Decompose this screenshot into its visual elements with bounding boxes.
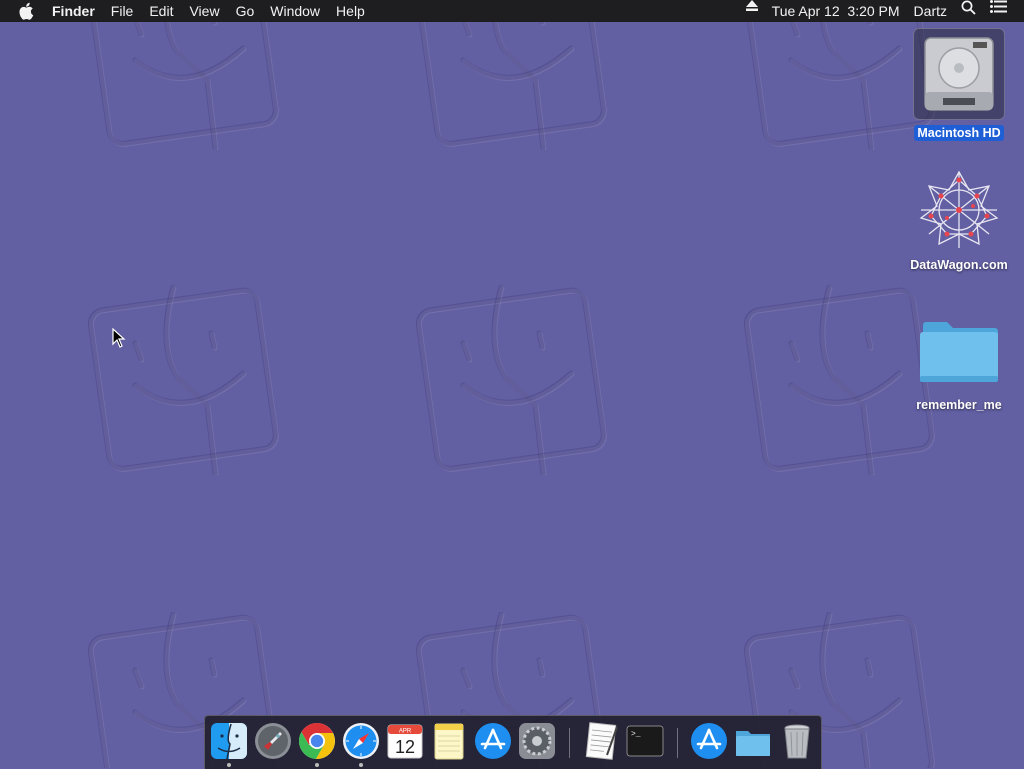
notification-center-icon	[990, 0, 1007, 13]
dock-calendar[interactable]: APR 12	[385, 721, 425, 761]
dock-separator	[677, 728, 678, 758]
folder-icon	[736, 731, 770, 756]
folder-icon	[920, 322, 998, 382]
dock-chrome[interactable]	[297, 721, 337, 761]
apple-icon	[19, 2, 34, 20]
dock: APR 12 >_	[204, 715, 822, 769]
svg-text:>_: >_	[631, 730, 641, 739]
desktop-icon-label: DataWagon.com	[910, 258, 1008, 272]
notes-icon	[434, 723, 464, 760]
dock-terminal[interactable]: >_	[625, 721, 665, 761]
running-indicator	[359, 763, 363, 767]
desktop-icon-macintosh-hd[interactable]: Macintosh HD	[904, 28, 1014, 142]
running-indicator	[227, 763, 231, 767]
menu-bar: Finder File Edit View Go Window Help Tue…	[0, 0, 1024, 22]
mouse-cursor-icon	[112, 328, 126, 348]
terminal-icon: >_	[626, 725, 664, 757]
dock-launchpad[interactable]	[253, 721, 293, 761]
notification-center-button[interactable]	[983, 0, 1014, 22]
desktop-icon-remember-me[interactable]: remember_me	[904, 312, 1014, 414]
dock-safari[interactable]	[341, 721, 381, 761]
clock[interactable]: Tue Apr 12 3:20 PM	[765, 0, 907, 22]
app-store-stack-icon	[691, 723, 727, 759]
dock-app-store-downloads[interactable]	[689, 721, 729, 761]
running-indicator	[315, 763, 319, 767]
desktop-icon-datawagon[interactable]: DataWagon.com	[904, 168, 1014, 274]
dock-textedit[interactable]	[581, 721, 621, 761]
app-store-icon	[475, 723, 511, 759]
wallpaper-finder-face	[413, 0, 613, 152]
trash-icon	[784, 724, 810, 759]
menu-finder[interactable]: Finder	[44, 0, 103, 22]
dock-app-store[interactable]	[473, 721, 513, 761]
menu-view[interactable]: View	[181, 0, 227, 22]
datawagon-logo-icon	[919, 170, 999, 248]
eject-menu[interactable]	[739, 0, 765, 22]
dock-folder[interactable]	[733, 721, 773, 761]
desktop-icon-label: remember_me	[916, 398, 1002, 412]
dock-system-preferences[interactable]	[517, 721, 557, 761]
user-menu[interactable]: Dartz	[907, 0, 954, 22]
calendar-month: APR	[399, 729, 412, 735]
dock-finder[interactable]	[209, 721, 249, 761]
wallpaper-finder-face	[413, 284, 613, 477]
menu-help[interactable]: Help	[328, 0, 373, 22]
calendar-day: 12	[395, 737, 415, 757]
system-preferences-icon	[519, 723, 555, 759]
hard-drive-icon	[924, 37, 994, 111]
spotlight-button[interactable]	[954, 0, 983, 22]
dock-trash[interactable]	[777, 721, 817, 761]
apple-menu[interactable]	[0, 2, 44, 20]
calendar-icon: APR 12	[387, 724, 423, 759]
eject-icon	[745, 0, 758, 11]
wallpaper-finder-face	[85, 0, 285, 152]
textedit-icon	[585, 722, 618, 760]
menu-edit[interactable]: Edit	[141, 0, 181, 22]
desktop-icon-label: Macintosh HD	[914, 125, 1004, 141]
spotlight-search-icon	[961, 0, 976, 15]
menu-file[interactable]: File	[103, 0, 142, 22]
dock-separator	[569, 728, 570, 758]
safari-icon	[343, 723, 379, 759]
desktop[interactable]: Macintosh HD DataWagon.com remember_me	[0, 0, 1024, 768]
finder-icon	[211, 723, 247, 760]
menu-go[interactable]: Go	[228, 0, 263, 22]
dock-notes[interactable]	[429, 721, 469, 761]
wallpaper-finder-face	[85, 284, 285, 477]
menu-window[interactable]: Window	[262, 0, 328, 22]
launchpad-icon	[255, 723, 291, 759]
chrome-icon	[298, 723, 335, 760]
